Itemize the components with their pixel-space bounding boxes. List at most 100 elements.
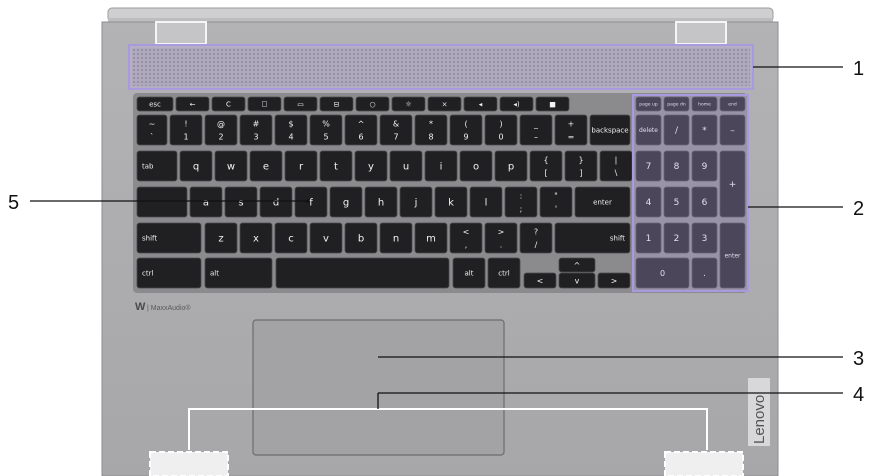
function-key: C [211, 96, 246, 112]
function-key: ⊟ [319, 96, 354, 112]
ctrl-left-key-label: ctrl [142, 269, 153, 277]
number-key-bottom-label: ` [150, 132, 154, 142]
tab-key-label: tab [142, 162, 154, 170]
symbol-key: "' [539, 186, 573, 218]
letter-key-label: c [288, 234, 294, 245]
function-key: ☐ [247, 96, 282, 112]
letter-key: l [469, 186, 503, 218]
symbol-key-top-label: : [520, 191, 523, 200]
function-key-label: ☼ [405, 100, 411, 108]
arrow-left-key: < [523, 272, 557, 289]
maxxaudio-logo: | MaxxAudio® [147, 304, 191, 312]
letter-key-label: f [309, 198, 313, 209]
letter-key-label: z [218, 234, 223, 245]
number-key-top-label: ) [499, 119, 502, 128]
number-key-bottom-label: 5 [323, 133, 328, 142]
number-key: *8 [414, 114, 448, 146]
symbol-key-top-label: } [578, 155, 583, 164]
enter-key: enter [574, 186, 631, 218]
number-key-bottom-label: 2 [218, 133, 223, 142]
function-key-label: C [226, 100, 231, 108]
function-key-label: ◂) [513, 100, 520, 108]
letter-key-label: i [440, 162, 443, 173]
letter-key: d [259, 186, 293, 218]
number-key-bottom-label: 9 [463, 133, 468, 142]
arrow-up-key-label: ^ [574, 261, 581, 270]
letter-key-label: d [273, 198, 279, 209]
speaker-right-highlight [664, 451, 744, 476]
number-key: $4 [274, 114, 308, 146]
ctrl-right-key-label: ctrl [498, 269, 509, 277]
shift-left-key: shift [136, 222, 202, 254]
callout-5-dot [306, 199, 310, 203]
function-key: esc [136, 96, 174, 112]
letter-key-label: j [414, 198, 418, 209]
function-key-label: ◂ [479, 100, 483, 108]
letter-key-label: o [473, 162, 479, 173]
letter-key: j [399, 186, 433, 218]
letter-key-label: u [403, 162, 409, 173]
number-key: &7 [379, 114, 413, 146]
number-key-bottom-label: 0 [498, 133, 503, 142]
letter-key-label: a [203, 198, 209, 209]
number-key: ^6 [344, 114, 378, 146]
letter-key: g [329, 186, 363, 218]
letter-key: i [424, 150, 458, 182]
function-key-label: esc [149, 100, 161, 108]
number-key: #3 [239, 114, 273, 146]
letter-key: t [319, 150, 353, 182]
arrow-left-key-label: < [537, 276, 544, 285]
symbol-key-top-label: > [498, 227, 505, 236]
letter-key: h [364, 186, 398, 218]
symbol-key-bottom-label: \ [615, 169, 618, 178]
letter-key: v [309, 222, 343, 254]
backspace-key: backspace [589, 114, 631, 146]
speaker-left-highlight [149, 451, 229, 476]
letter-key-label: y [368, 162, 374, 173]
alt-right-key: alt [452, 257, 486, 289]
letter-key: u [389, 150, 423, 182]
number-key-bottom-label: 6 [358, 133, 363, 142]
letter-key: f [294, 186, 328, 218]
number-key: )0 [484, 114, 518, 146]
symbol-key-top-label: | [615, 155, 618, 164]
number-key-top-label: $ [288, 119, 293, 128]
letter-key: a [189, 186, 223, 218]
number-key-bottom-label: – [534, 133, 538, 142]
letter-key-label: g [343, 198, 349, 209]
number-key-top-label: ^ [358, 119, 365, 128]
symbol-key-bottom-label: / [535, 241, 538, 250]
function-key: ◂ [463, 96, 498, 112]
number-key: _– [519, 114, 553, 146]
laptop-top-view-diagram: esc ← C ☐ ▭ ⊟ ○ ☼ × ◂ ◂) ■ page up page dn home end~`!1… [8, 7, 864, 476]
number-key-top-label: & [393, 119, 399, 128]
symbol-key: :; [504, 186, 538, 218]
function-key-label: ← [190, 100, 196, 108]
number-key-bottom-label: 1 [183, 133, 188, 142]
number-key-top-label: + [568, 119, 575, 128]
number-key: (9 [449, 114, 483, 146]
symbol-key-bottom-label: [ [544, 169, 547, 178]
maxxaudio-logo-mark: W [135, 301, 146, 313]
symbol-key: <, [449, 222, 483, 254]
shift-left-key-label: shift [142, 234, 157, 242]
function-key-label: ⊟ [334, 100, 340, 108]
alt-left-key: alt [204, 257, 273, 289]
arrow-up-key: ^ [558, 257, 596, 273]
hinge-bar [108, 18, 773, 22]
number-key: += [554, 114, 588, 146]
symbol-key-bottom-label: ; [520, 205, 523, 214]
symbol-key-bottom-label: ' [555, 205, 557, 214]
symbol-key-top-label: { [543, 155, 548, 164]
lenovo-logo: Lenovo [751, 395, 768, 444]
function-key: ← [175, 96, 210, 112]
function-key: ■ [535, 96, 570, 112]
arrow-down-key: v [558, 272, 596, 289]
symbol-key: {[ [529, 150, 563, 182]
number-key-top-label: # [253, 119, 260, 128]
callout-2-number: 2 [853, 198, 864, 220]
shift-right-key-label: shift [610, 234, 625, 242]
letter-key: y [354, 150, 388, 182]
symbol-key-top-label: ? [534, 227, 538, 236]
number-key-top-label: ( [464, 119, 467, 128]
